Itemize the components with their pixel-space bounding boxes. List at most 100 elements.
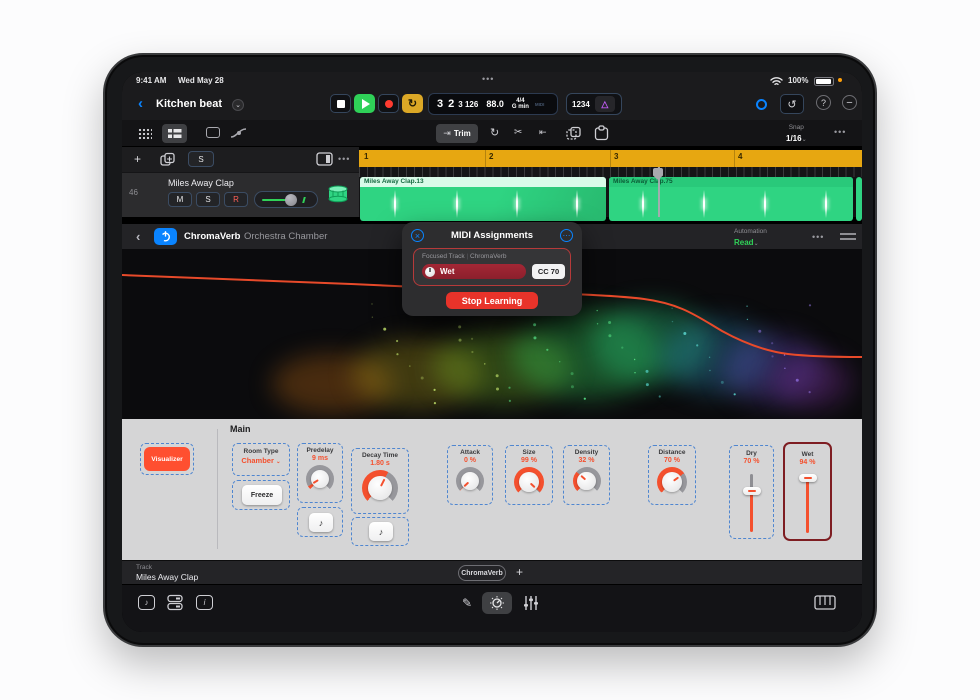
record-arm-button[interactable]: R (224, 192, 248, 207)
record-button[interactable] (378, 94, 399, 113)
dry-slider[interactable]: Dry 70 % (729, 445, 774, 539)
volume-knob[interactable] (285, 194, 297, 206)
count-in-group: 1234 △ (566, 93, 622, 115)
plugin-preset-name[interactable]: Orchestra Chamber (244, 231, 327, 242)
info-icon[interactable]: i (196, 595, 213, 610)
audio-region[interactable]: Miles Away Clap.13 (360, 177, 606, 221)
loop-browser-icon[interactable]: ♪ (138, 595, 155, 610)
track-number: 46 (129, 188, 138, 197)
slider-track (750, 474, 753, 532)
trim-tool-label: Trim (454, 129, 471, 138)
lcd-tempo: 88.0 (486, 99, 504, 109)
subdivision-strip (359, 167, 862, 177)
loop-tool-icon[interactable]: ↻ (490, 126, 499, 139)
mute-button[interactable]: M (168, 192, 192, 207)
automation-mode: Read (734, 238, 754, 247)
wet-slider[interactable]: Wet 94 % (783, 442, 832, 541)
snap-control[interactable]: Snap 1/16⌄ (786, 123, 807, 145)
predelay-knob[interactable]: Predelay 9 ms (297, 443, 343, 503)
add-plugin-button[interactable]: + (516, 565, 523, 579)
plugin-back-chevron-icon[interactable]: ‹ (136, 229, 140, 244)
distance-knob[interactable]: Distance 70 % (648, 445, 696, 505)
scissors-tool-icon[interactable]: ✂ (514, 127, 522, 138)
status-ellipsis[interactable]: ••• (482, 74, 494, 84)
knob-label: Attack (448, 449, 492, 456)
region-select-icon[interactable] (206, 127, 220, 138)
assignment-parameter-pill[interactable]: Wet (422, 264, 526, 279)
split-tool-icon[interactable]: ⇤ (539, 127, 547, 138)
track-header[interactable]: 46 Miles Away Clap M S R (122, 172, 359, 217)
inspector-icon[interactable] (316, 152, 333, 166)
stop-learning-button[interactable]: Stop Learning (446, 292, 538, 309)
battery-percent: 100% (788, 76, 808, 85)
stop-button[interactable] (330, 94, 351, 113)
cycle-button[interactable]: ↻ (402, 94, 423, 113)
freeze-button[interactable]: Freeze (242, 485, 282, 505)
knob-value: 9 ms (298, 455, 342, 462)
pencil-tool-icon[interactable]: ✎ (462, 596, 472, 610)
popup-more-button[interactable]: ⋯ (560, 229, 573, 242)
drag-handle-icon[interactable] (840, 233, 856, 235)
browser-icon[interactable] (166, 594, 185, 611)
room-type-control[interactable]: Room Type Chamber ⌄ (232, 443, 290, 476)
record-enable-indicator[interactable] (756, 99, 767, 110)
copy-icon[interactable] (566, 126, 582, 141)
visualizer-button[interactable]: Visualizer (144, 447, 190, 471)
attack-knob[interactable]: Attack 0 % (447, 445, 493, 505)
track-volume-slider[interactable] (254, 191, 318, 208)
bar-ruler[interactable]: 1 2 3 4 (359, 150, 862, 167)
count-in-button[interactable]: 1234 (572, 100, 590, 109)
sync-note-button[interactable]: ♪ (369, 522, 393, 541)
undo-button[interactable]: ↺ (780, 94, 804, 114)
controls-view-button[interactable] (482, 592, 512, 614)
slider-handle[interactable] (743, 487, 761, 495)
keyboard-icon[interactable] (814, 595, 836, 610)
metronome-icon[interactable]: △ (595, 96, 615, 112)
duplicate-track-icon[interactable] (160, 152, 176, 167)
trim-tool-button[interactable]: ⇥ Trim (436, 124, 478, 143)
sync-note-button[interactable]: ♪ (309, 513, 333, 532)
project-menu-chevron-icon[interactable]: ⌄ (232, 99, 244, 111)
project-title[interactable]: Kitchen beat (156, 98, 222, 110)
audio-region-edge (856, 177, 862, 221)
ruler-bar-number: 4 (738, 152, 742, 161)
density-knob[interactable]: Density 32 % (563, 445, 610, 505)
plugin-power-button[interactable] (154, 228, 177, 245)
paste-icon[interactable] (594, 125, 609, 141)
track-header-more-icon[interactable]: ••• (338, 154, 350, 164)
automation-control[interactable]: Automation Read⌄ (734, 227, 767, 249)
plugin-more-icon[interactable]: ••• (812, 232, 824, 242)
help-button[interactable]: ? (816, 95, 831, 110)
power-icon (160, 231, 171, 242)
hide-controls-button[interactable]: − (842, 95, 857, 110)
automation-curve-icon[interactable] (230, 127, 248, 139)
slider-handle[interactable] (799, 474, 817, 482)
solo-mode-button[interactable]: S (188, 151, 214, 167)
size-knob[interactable]: Size 99 % (505, 445, 553, 505)
slider-label: Wet (785, 451, 830, 458)
logic-pro-screen: 9:41 AM Wed May 28 ••• 100% ‹ Kitchen be… (122, 72, 862, 632)
knob-label: Density (564, 449, 609, 456)
lcd-display[interactable]: 3 2 3 126 88.0 4/4 G min MIDI (428, 93, 558, 115)
mixer-icon[interactable] (522, 594, 540, 612)
waveform-spike (456, 190, 458, 218)
cells-view-icon[interactable] (138, 128, 152, 139)
play-button[interactable] (354, 94, 375, 113)
midi-assignments-popup: × MIDI Assignments ⋯ Focused Track | Chr… (402, 222, 582, 316)
toolbar-more-icon[interactable]: ••• (834, 127, 846, 137)
audio-region[interactable]: Miles Away Clap.75 (609, 177, 853, 221)
snap-label: Snap (786, 123, 807, 132)
midi-assignment-card[interactable]: Focused Track | ChromaVerb Wet CC 70 (413, 248, 571, 286)
cc-number-badge[interactable]: CC 70 (532, 264, 565, 279)
decay-time-knob[interactable]: Decay Time 1.80 s (351, 448, 409, 514)
more-icon: ⋯ (563, 231, 571, 240)
plugin-name[interactable]: ChromaVerb (184, 231, 241, 242)
tracks-view-button[interactable] (162, 124, 187, 143)
arrange-lane: Miles Away Clap.13 Miles Away Clap.75 (359, 177, 862, 217)
slider-track (806, 475, 809, 533)
back-chevron-icon[interactable]: ‹ (138, 95, 143, 112)
solo-button[interactable]: S (196, 192, 220, 207)
add-track-icon[interactable]: + (134, 152, 141, 166)
plugin-pill-chromaverb[interactable]: ChromaVerb (458, 565, 506, 581)
record-icon (385, 100, 393, 108)
